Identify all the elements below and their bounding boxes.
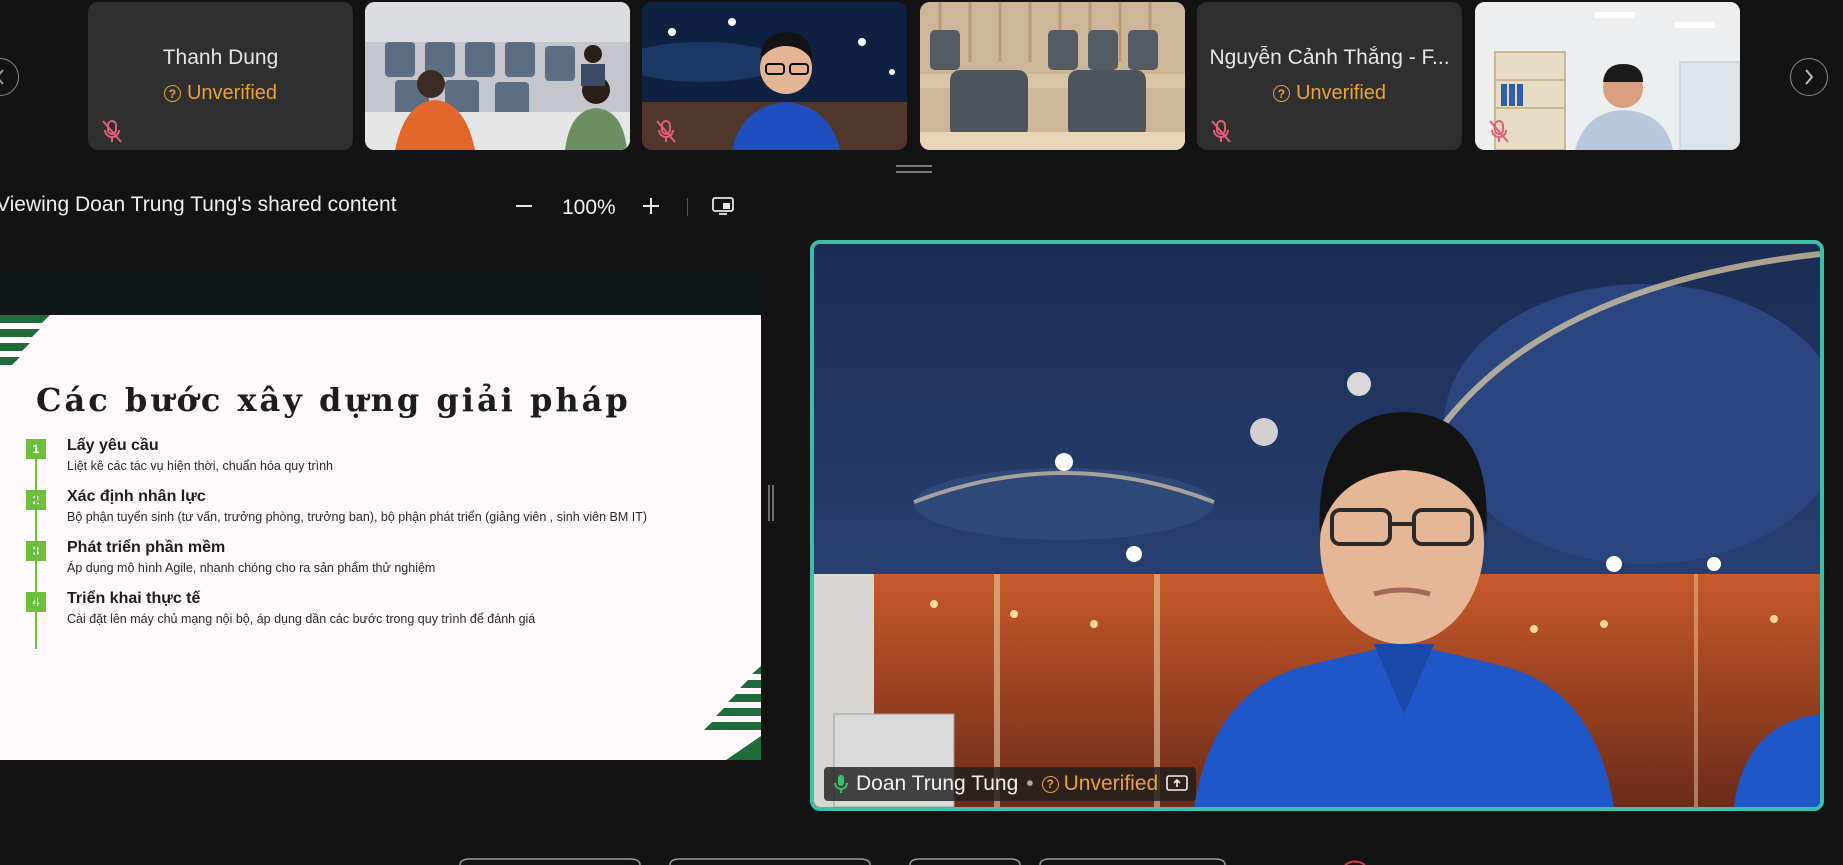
participant-status: ? Unverified bbox=[88, 82, 353, 105]
step-detail: Áp dụng mô hình Agile, nhanh chóng cho r… bbox=[67, 561, 436, 575]
slide-corner-decoration bbox=[0, 315, 50, 365]
question-icon: ? bbox=[1041, 775, 1059, 793]
screen-view-icon bbox=[712, 197, 734, 215]
step-detail: Bộ phận tuyển sinh (tư vấn, trưởng phòng… bbox=[67, 510, 648, 524]
active-speaker-video[interactable]: Doan Trung Tung • ? Unverified bbox=[810, 240, 1824, 811]
question-icon: ? bbox=[163, 85, 181, 102]
speaker-status: ? Unverified bbox=[1041, 772, 1159, 796]
participant-video-office-man bbox=[1475, 2, 1740, 150]
shared-content-title: Viewing Doan Trung Tung's shared content bbox=[0, 193, 397, 216]
muted-microphone-icon bbox=[102, 120, 122, 143]
speaker-video-feed bbox=[814, 244, 1820, 807]
separator-dot: • bbox=[1026, 772, 1034, 795]
participant-tile-video-4[interactable] bbox=[1475, 2, 1740, 150]
step-heading: Phát triển phần mềm bbox=[67, 539, 226, 556]
zoom-in-button[interactable] bbox=[640, 195, 662, 222]
resize-handle[interactable] bbox=[896, 164, 932, 174]
view-options-button[interactable] bbox=[711, 195, 735, 222]
chevron-left-icon bbox=[0, 69, 4, 85]
participant-status: ? Unverified bbox=[1197, 82, 1462, 105]
participant-name: Thanh Dung bbox=[162, 46, 279, 69]
slide-title: Các bước xây dựng giải pháp bbox=[36, 381, 631, 419]
participant-tile-video-2[interactable] bbox=[642, 2, 907, 150]
participant-status-label: Unverified bbox=[1295, 82, 1387, 104]
microphone-icon bbox=[834, 775, 848, 793]
toolbar-divider bbox=[687, 198, 688, 216]
question-icon: ? bbox=[1272, 85, 1290, 102]
participant-tile-video-1[interactable] bbox=[365, 2, 630, 150]
panel-splitter[interactable] bbox=[767, 485, 775, 521]
participant-video-man-glasses bbox=[642, 2, 907, 150]
zoom-level: 100% bbox=[562, 196, 616, 219]
bottom-controls-edge bbox=[459, 858, 1366, 865]
step-heading: Triển khai thực tế bbox=[67, 590, 201, 607]
slide-corner-decoration bbox=[704, 666, 761, 760]
muted-microphone-icon bbox=[1211, 120, 1231, 143]
participant-tile-video-3[interactable] bbox=[920, 2, 1185, 150]
speaker-status-label: Unverified bbox=[1063, 772, 1159, 795]
plus-icon bbox=[643, 198, 659, 214]
speaker-name: Doan Trung Tung bbox=[856, 772, 1019, 795]
speaker-name-label: Doan Trung Tung • ? Unverified bbox=[824, 767, 1197, 801]
next-participants-button[interactable] bbox=[1790, 58, 1828, 96]
participant-video-meeting-room bbox=[365, 2, 630, 150]
participant-tile-thanh-dung[interactable]: Thanh Dung ? Unverified bbox=[88, 2, 353, 150]
muted-microphone-icon bbox=[656, 120, 676, 143]
shared-slide: Các bước xây dựng giải pháp 1 Lấy yêu cầ… bbox=[0, 271, 761, 760]
step-detail: Cài đặt lên máy chủ mạng nội bộ, áp dụng… bbox=[67, 612, 536, 626]
participant-tile-nguyen-canh-thang[interactable]: Nguyễn Cảnh Thắng - F... ? Unverified bbox=[1197, 2, 1462, 150]
steps-connector-line bbox=[35, 456, 37, 649]
participant-status-label: Unverified bbox=[186, 82, 278, 104]
slide-top-bar bbox=[0, 271, 761, 315]
screen-share-icon bbox=[1166, 775, 1188, 791]
zoom-out-button[interactable] bbox=[513, 195, 535, 222]
chevron-right-icon bbox=[1805, 69, 1814, 85]
minus-icon bbox=[516, 205, 532, 207]
step-detail: Liệt kê các tác vụ hiện thời, chuẩn hóa … bbox=[67, 459, 333, 473]
muted-microphone-icon bbox=[1489, 120, 1509, 143]
step-heading: Xác định nhân lực bbox=[67, 488, 206, 505]
step-heading: Lấy yêu cầu bbox=[67, 437, 159, 454]
participant-name: Nguyễn Cảnh Thắng - F... bbox=[1209, 46, 1450, 69]
participant-video-empty-room bbox=[920, 2, 1185, 150]
previous-participants-button[interactable] bbox=[0, 58, 19, 96]
